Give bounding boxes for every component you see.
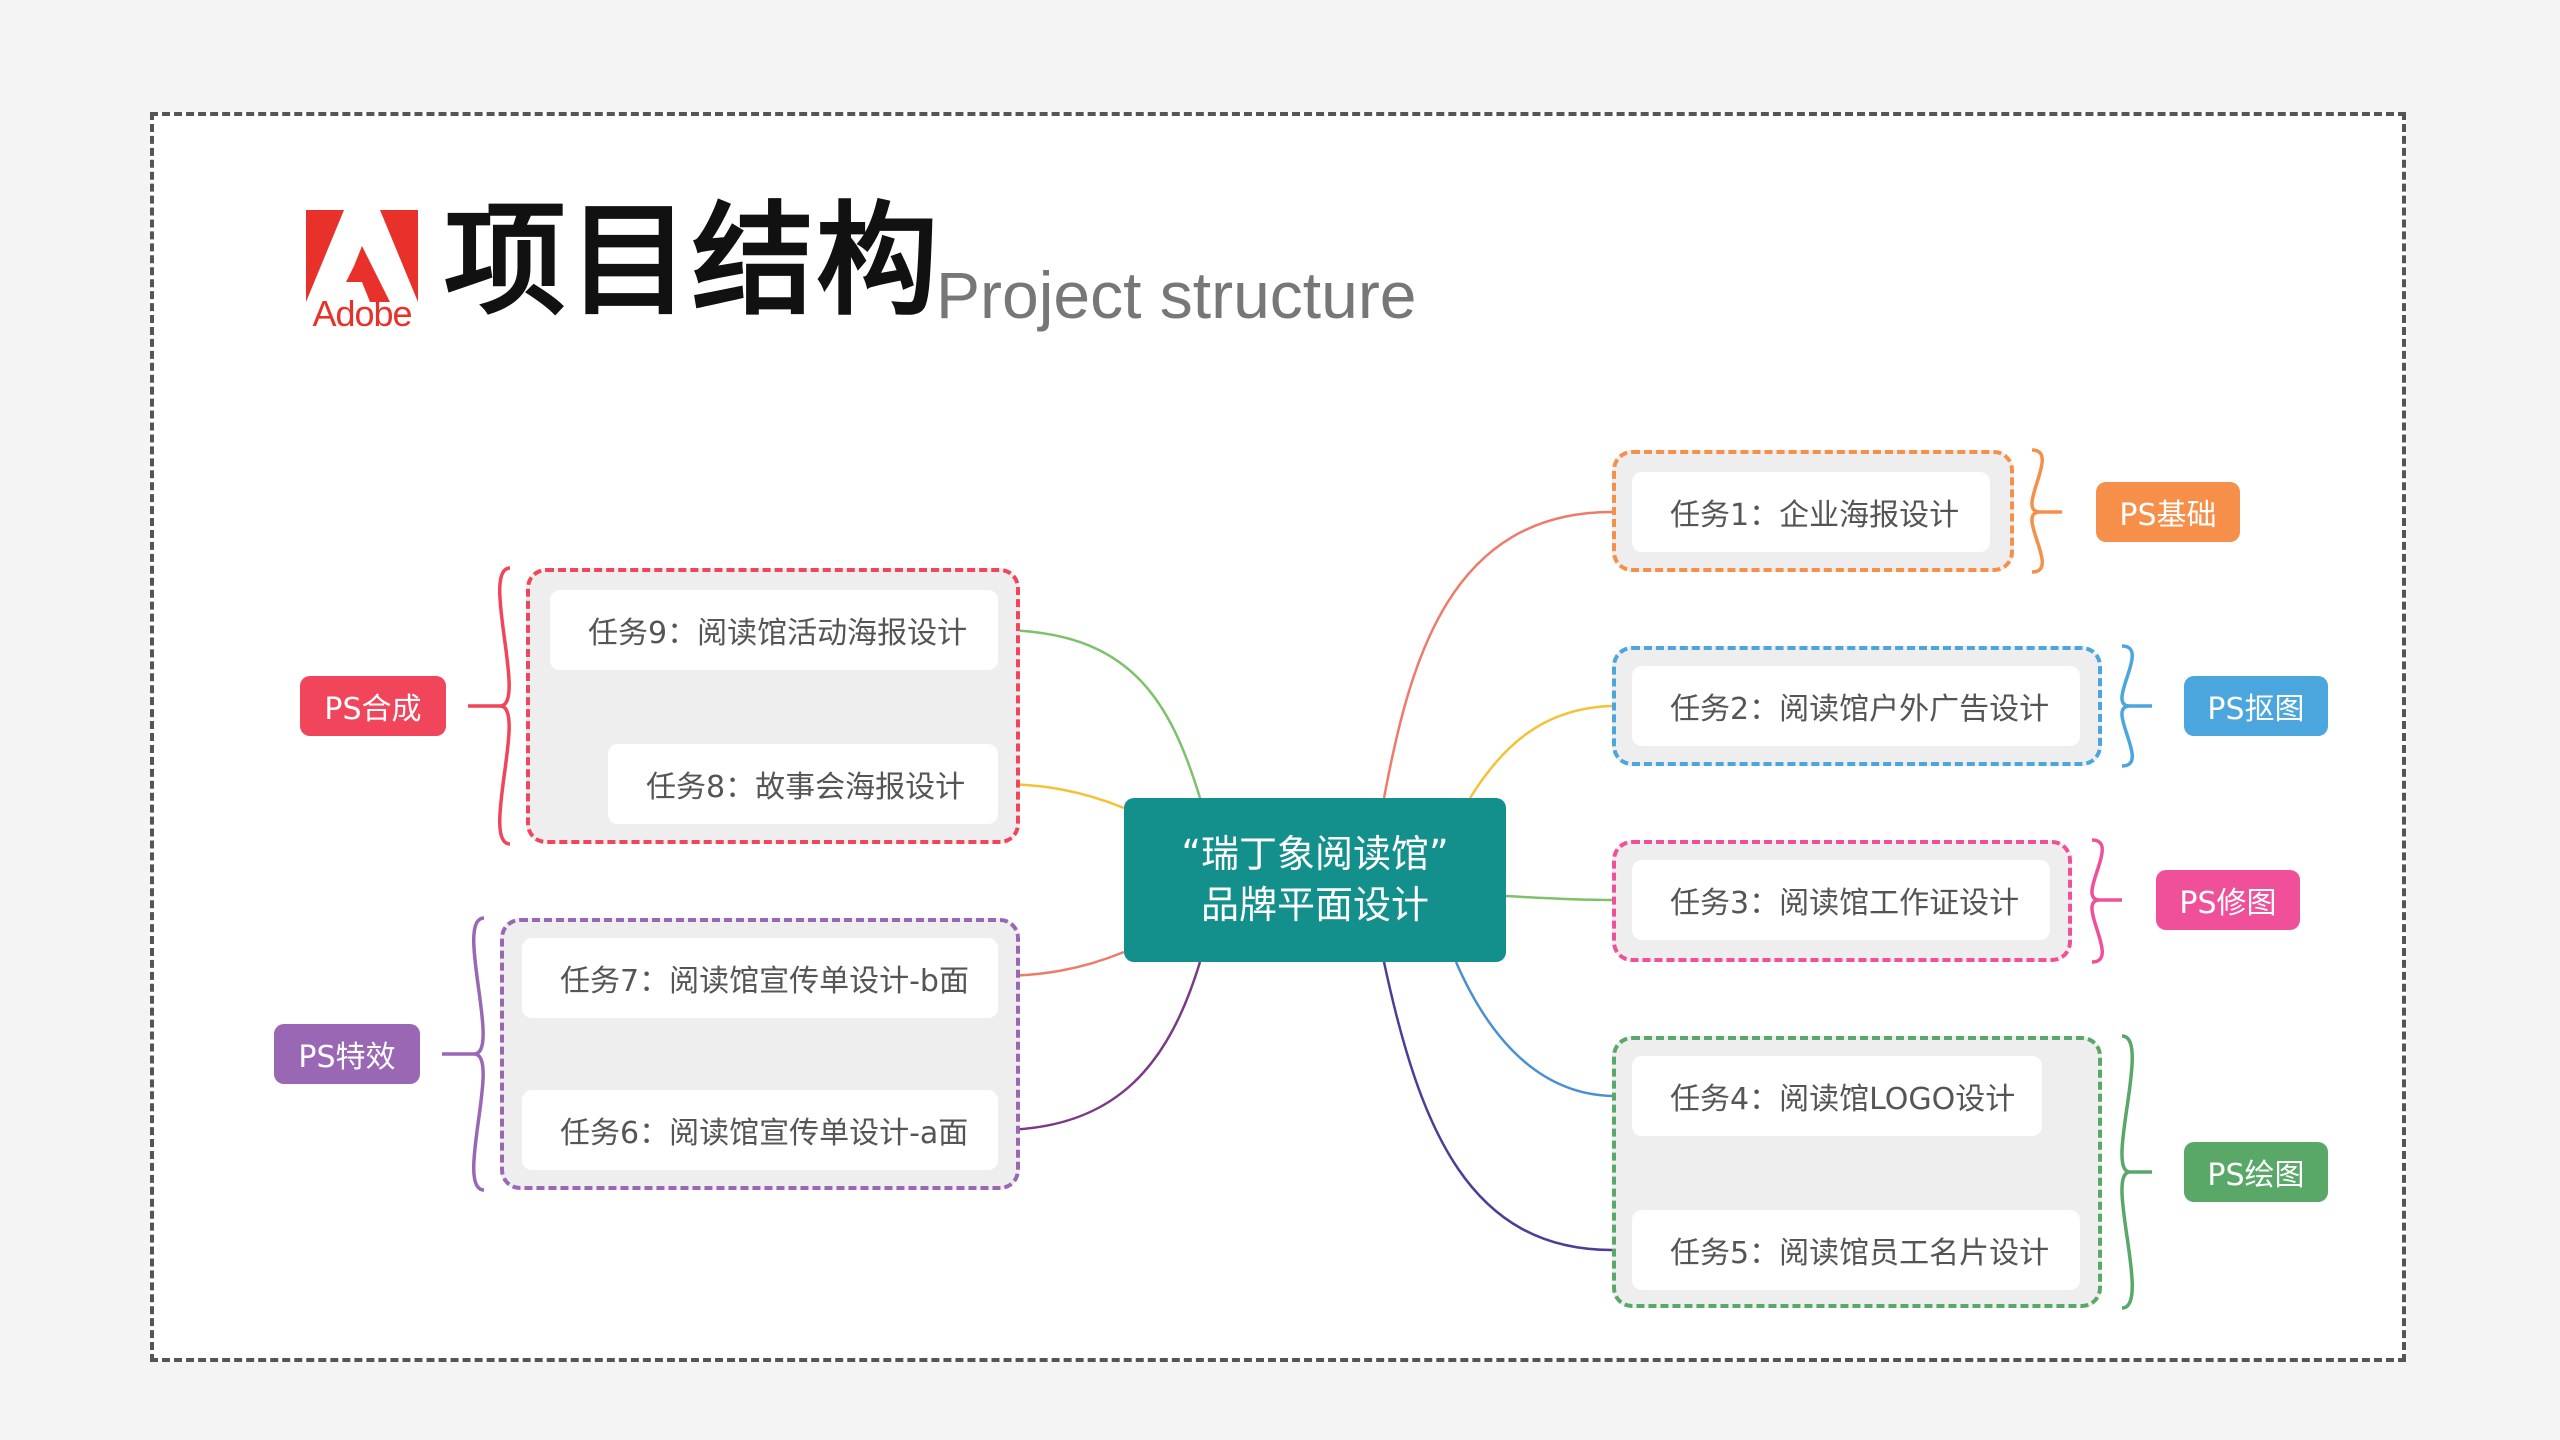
- link-task3: [1505, 894, 1613, 902]
- bracket-composite: [468, 566, 511, 846]
- tag-ps-retouch[interactable]: PS修图: [2156, 870, 2300, 930]
- center-node-line2: 品牌平面设计: [1200, 883, 1429, 927]
- tag-ps-cutout[interactable]: PS抠图: [2184, 676, 2328, 736]
- task-7-node[interactable]: 任务7：阅读馆宣传单设计-b面: [522, 938, 998, 1018]
- link-task6: [997, 961, 1202, 1132]
- task-5-node[interactable]: 任务5：阅读馆员工名片设计: [1632, 1210, 2080, 1290]
- link-task1: [1382, 510, 1613, 799]
- link-task4: [1454, 961, 1613, 1098]
- task-4-node[interactable]: 任务4：阅读馆LOGO设计: [1632, 1056, 2042, 1136]
- tag-ps-composite[interactable]: PS合成: [300, 676, 446, 736]
- tag-ps-drawing[interactable]: PS绘图: [2184, 1142, 2328, 1202]
- task-8-node[interactable]: 任务8：故事会海报设计: [608, 744, 998, 824]
- tag-ps-basic[interactable]: PS基础: [2096, 482, 2240, 542]
- task-2-node[interactable]: 任务2：阅读馆户外广告设计: [1632, 666, 2080, 746]
- center-node[interactable]: “瑞丁象阅读馆” 品牌平面设计: [1124, 798, 1506, 962]
- center-node-line1: “瑞丁象阅读馆”: [1181, 831, 1449, 876]
- link-task2: [1468, 704, 1613, 799]
- link-task5: [1382, 961, 1613, 1252]
- task-9-node[interactable]: 任务9：阅读馆活动海报设计: [550, 590, 998, 670]
- task-3-node[interactable]: 任务3：阅读馆工作证设计: [1632, 860, 2050, 940]
- tag-ps-effects[interactable]: PS特效: [274, 1024, 420, 1084]
- task-1-node[interactable]: 任务1：企业海报设计: [1632, 472, 1990, 552]
- bracket-effects: [442, 916, 485, 1192]
- bracket-retouch: [2090, 838, 2122, 964]
- bracket-drawing: [2120, 1034, 2152, 1310]
- bracket-cutout: [2120, 644, 2152, 768]
- task-6-node[interactable]: 任务6：阅读馆宣传单设计-a面: [522, 1090, 998, 1170]
- bracket-basic: [2030, 448, 2062, 574]
- link-task9: [997, 628, 1202, 799]
